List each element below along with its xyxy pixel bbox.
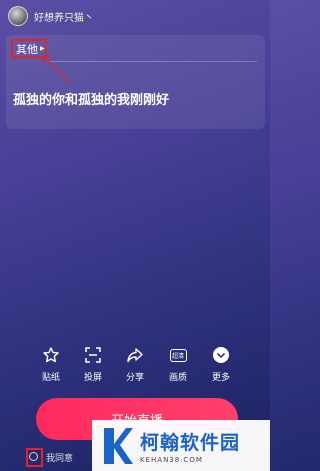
watermark-logo-icon	[104, 427, 133, 464]
bottom-toolbar: 贴纸 投屏 分享 超清 画质 更多	[0, 346, 270, 386]
share-icon	[126, 346, 144, 364]
share-label: 分享	[125, 373, 144, 383]
sticker-label: 贴纸	[41, 373, 60, 383]
more-button[interactable]: 更多	[201, 346, 241, 383]
watermark-name: 柯翰软件园	[140, 431, 241, 454]
quality-label: 画质	[168, 373, 187, 383]
sticker-button[interactable]: 贴纸	[31, 346, 71, 383]
watermark: 柯翰软件园 KEHAN38.COM	[92, 420, 270, 471]
quality-badge: 超清	[169, 348, 187, 362]
cast-screen-button[interactable]: 投屏	[73, 346, 113, 383]
quality-button[interactable]: 超清 画质	[158, 346, 198, 383]
watermark-url: KEHAN38.COM	[140, 455, 203, 464]
more-label: 更多	[211, 373, 230, 383]
quality-hd-icon: 超清	[169, 346, 187, 364]
cast-screen-label: 投屏	[83, 373, 102, 383]
agreement-checkbox[interactable]	[29, 452, 38, 461]
cast-screen-icon	[84, 346, 102, 364]
share-button[interactable]: 分享	[115, 346, 155, 383]
agreement-text: 我同意	[46, 454, 74, 464]
sticker-icon	[42, 346, 60, 364]
more-chevron-icon	[212, 346, 230, 364]
